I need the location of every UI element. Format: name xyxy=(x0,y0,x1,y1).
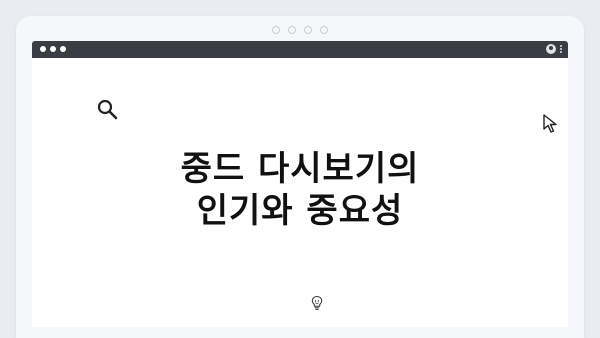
pager-dot xyxy=(288,26,296,34)
pager-dot xyxy=(320,26,328,34)
window-maximize-button[interactable] xyxy=(60,46,66,52)
browser-title-bar xyxy=(32,41,568,58)
page-content: 중드 다시보기의 인기와 중요성 xyxy=(32,58,568,327)
device-frame: 중드 다시보기의 인기와 중요성 xyxy=(16,16,584,338)
cursor-icon xyxy=(543,114,557,133)
browser-actions xyxy=(546,44,562,54)
more-vert-icon[interactable] xyxy=(560,45,562,53)
window-minimize-button[interactable] xyxy=(50,46,56,52)
pager-dot xyxy=(304,26,312,34)
pager-dots xyxy=(272,26,328,34)
pager-dot xyxy=(272,26,280,34)
window-controls xyxy=(40,46,66,52)
page-title-line-2: 인기와 중요성 xyxy=(196,191,404,231)
search-icon[interactable] xyxy=(96,98,120,122)
window-close-button[interactable] xyxy=(40,46,46,52)
page-title-line-1: 중드 다시보기의 xyxy=(180,149,420,189)
lightbulb-icon xyxy=(311,295,323,310)
profile-icon[interactable] xyxy=(546,44,556,54)
page-title: 중드 다시보기의 인기와 중요성 xyxy=(32,148,568,232)
